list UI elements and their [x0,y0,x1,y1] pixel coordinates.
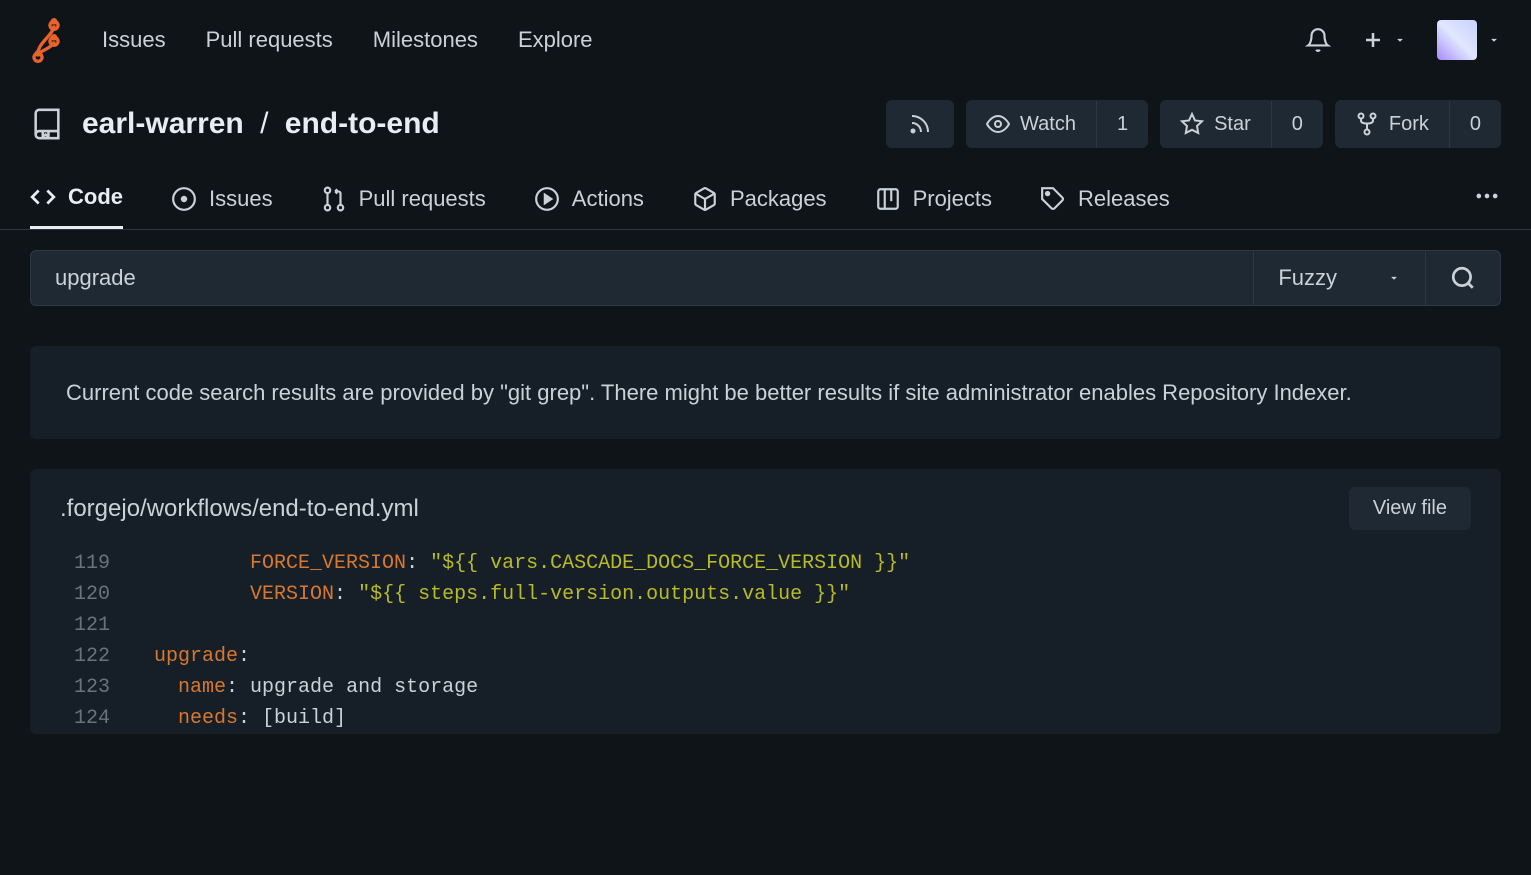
star-button[interactable]: Star [1160,100,1271,148]
line-content: name: upgrade and storage [130,672,1501,703]
fork-count[interactable]: 0 [1449,101,1501,148]
chevron-down-icon [1387,271,1401,285]
line-number[interactable]: 121 [30,610,130,641]
ellipsis-icon [1473,182,1501,210]
view-file-button[interactable]: View file [1349,487,1471,530]
search-button[interactable] [1426,250,1501,306]
code-icon [30,184,56,210]
repo-tabs: Code Issues Pull requests Actions Packag… [0,168,1531,230]
code-line: 122 upgrade: [30,641,1501,672]
repo-owner-link[interactable]: earl-warren [82,107,244,140]
project-icon [875,186,901,212]
logo[interactable] [30,16,62,64]
nav-pull-requests[interactable]: Pull requests [206,27,333,53]
line-number[interactable]: 119 [30,548,130,579]
tab-code[interactable]: Code [30,168,123,229]
chevron-down-icon [1487,33,1501,47]
watch-count[interactable]: 1 [1096,101,1148,148]
chevron-down-icon [1393,33,1407,47]
nav-explore[interactable]: Explore [518,27,593,53]
repo-name-link[interactable]: end-to-end [285,107,440,140]
fork-button-group: Fork 0 [1335,100,1501,148]
line-content [130,610,1501,641]
fork-icon [1355,112,1379,136]
watch-button[interactable]: Watch [966,100,1096,148]
search-section: Fuzzy [0,230,1531,326]
repo-icon [30,107,64,141]
top-nav: Issues Pull requests Milestones Explore [0,0,1531,80]
line-number[interactable]: 120 [30,579,130,610]
nav-left: Issues Pull requests Milestones Explore [30,16,593,64]
forgejo-logo-icon [30,16,62,64]
search-result: .forgejo/workflows/end-to-end.yml View f… [30,469,1501,734]
package-icon [692,186,718,212]
rss-icon [908,112,932,136]
nav-right [1305,20,1501,60]
tab-releases[interactable]: Releases [1040,170,1170,228]
path-separator: / [260,107,268,140]
tab-actions[interactable]: Actions [534,170,644,228]
search-type-dropdown[interactable]: Fuzzy [1254,250,1426,306]
search-notice: Current code search results are provided… [30,346,1501,439]
line-content: VERSION: "${{ steps.full-version.outputs… [130,579,1501,610]
rss-button[interactable] [886,100,954,148]
search-bar: Fuzzy [30,250,1501,306]
star-button-group: Star 0 [1160,100,1323,148]
tab-projects[interactable]: Projects [875,170,992,228]
code-line: 119 FORCE_VERSION: "${{ vars.CASCADE_DOC… [30,548,1501,579]
star-icon [1180,112,1204,136]
eye-icon [986,112,1010,136]
line-number[interactable]: 124 [30,703,130,734]
repo-title: earl-warren / end-to-end [30,107,440,141]
line-content: upgrade: [130,641,1501,672]
avatar [1437,20,1477,60]
tag-icon [1040,186,1066,212]
watch-button-group: Watch 1 [966,100,1148,148]
nav-milestones[interactable]: Milestones [373,27,478,53]
plus-icon [1361,28,1385,52]
line-number[interactable]: 122 [30,641,130,672]
issue-icon [171,186,197,212]
create-menu[interactable] [1361,28,1407,52]
code-line: 123 name: upgrade and storage [30,672,1501,703]
result-header: .forgejo/workflows/end-to-end.yml View f… [30,469,1501,548]
line-content: FORCE_VERSION: "${{ vars.CASCADE_DOCS_FO… [130,548,1501,579]
nav-issues[interactable]: Issues [102,27,166,53]
user-menu[interactable] [1437,20,1501,60]
code-line: 121 [30,610,1501,641]
notifications-button[interactable] [1305,27,1331,53]
pull-request-icon [321,186,347,212]
result-file-path[interactable]: .forgejo/workflows/end-to-end.yml [60,495,419,523]
tab-overflow-menu[interactable] [1473,182,1501,215]
code-block: 119 FORCE_VERSION: "${{ vars.CASCADE_DOC… [30,548,1501,734]
repo-header: earl-warren / end-to-end Watch 1 [0,80,1531,168]
tab-packages[interactable]: Packages [692,170,827,228]
code-line: 124 needs: [build] [30,703,1501,734]
fork-button[interactable]: Fork [1335,100,1449,148]
line-content: needs: [build] [130,703,1501,734]
bell-icon [1305,27,1331,53]
tab-issues[interactable]: Issues [171,170,273,228]
play-icon [534,186,560,212]
repo-actions: Watch 1 Star 0 Fork 0 [886,100,1501,148]
code-line: 120 VERSION: "${{ steps.full-version.out… [30,579,1501,610]
search-input[interactable] [30,250,1254,306]
line-number[interactable]: 123 [30,672,130,703]
tab-pull-requests[interactable]: Pull requests [321,170,486,228]
search-icon [1450,265,1476,291]
star-count[interactable]: 0 [1271,101,1323,148]
